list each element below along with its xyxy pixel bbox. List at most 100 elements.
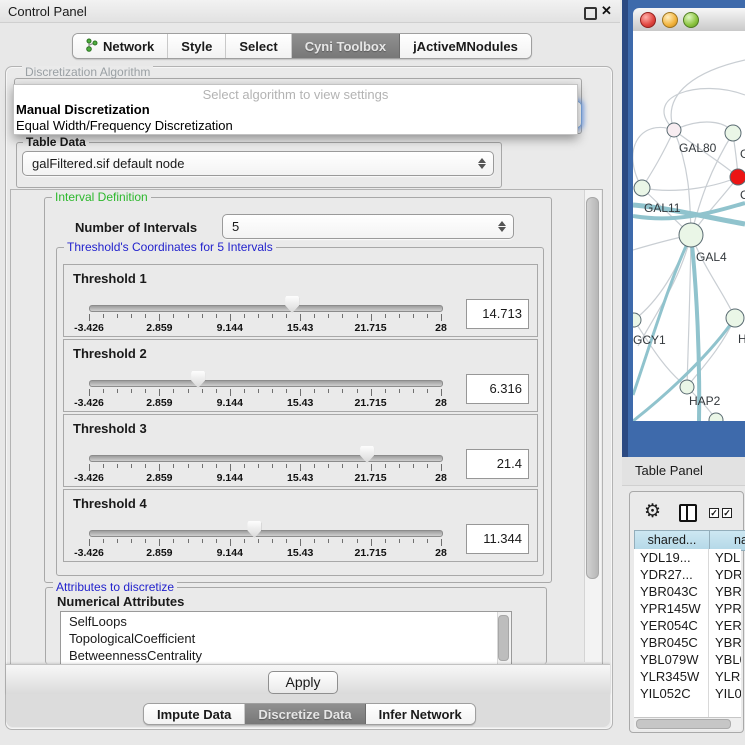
network-node-label: C xyxy=(740,188,745,202)
network-node[interactable] xyxy=(709,413,723,421)
horizontal-scrollbar-thumb[interactable] xyxy=(636,719,731,729)
num-intervals-combobox[interactable]: 5 xyxy=(222,214,514,239)
tab-impute-data[interactable]: Impute Data xyxy=(144,704,245,724)
threshold-value-field[interactable]: 6.316 xyxy=(466,374,529,404)
mac-close-button[interactable] xyxy=(640,12,656,28)
network-node[interactable] xyxy=(725,125,741,141)
table-row[interactable]: YBR045C YBR0 xyxy=(634,634,741,651)
minor-tick xyxy=(188,464,189,468)
tick-label: 28 xyxy=(409,547,473,559)
close-icon[interactable]: ✕ xyxy=(601,3,612,19)
tab-jactivemnodules[interactable]: jActiveMNodules xyxy=(400,34,531,58)
threshold-label: Threshold 1 xyxy=(73,271,147,286)
threshold-slider-track[interactable] xyxy=(89,530,443,537)
checkbox-icon[interactable]: ✓ xyxy=(709,508,719,518)
checkbox-icon[interactable]: ✓ xyxy=(722,508,732,518)
tick-label: 15.43 xyxy=(268,547,332,559)
cell-name: YBL0 xyxy=(715,651,741,668)
table-row[interactable]: YBL079WYBL0 xyxy=(634,651,741,668)
tab-network[interactable]: Network xyxy=(73,34,168,58)
minor-tick xyxy=(117,539,118,543)
network-node[interactable] xyxy=(634,180,650,196)
node-table[interactable]: YDL19...YDL1YDR27...YDR2YBR043CYBR0YPR14… xyxy=(634,549,741,717)
tab-label: Select xyxy=(239,39,277,54)
tick-label: 28 xyxy=(409,322,473,334)
major-tick xyxy=(300,314,301,321)
tick-label: 28 xyxy=(409,472,473,484)
network-node[interactable] xyxy=(667,123,681,137)
minor-tick xyxy=(385,539,386,543)
table-row[interactable]: YER054CYER0 xyxy=(634,617,741,634)
major-tick xyxy=(159,464,160,471)
network-node[interactable] xyxy=(680,380,694,394)
minor-tick xyxy=(328,389,329,393)
float-window-icon[interactable] xyxy=(584,7,597,20)
table-row[interactable]: YBR043CYBR0 xyxy=(634,583,741,600)
network-icon xyxy=(86,38,98,55)
network-graph: GAL80GCGAL11GAL4HGCY1HAP2 xyxy=(633,31,745,421)
cell-shared-name: YLR345W xyxy=(640,668,699,685)
tick-label: 15.43 xyxy=(268,397,332,409)
tab-infer-network[interactable]: Infer Network xyxy=(366,704,475,724)
cell-name: YBR0 xyxy=(715,634,741,651)
threshold-value-field[interactable]: 21.4 xyxy=(466,449,529,479)
tab-discretize-data[interactable]: Discretize Data xyxy=(245,704,365,724)
minor-tick xyxy=(145,464,146,468)
attribute-list-item[interactable]: BetweennessCentrality xyxy=(69,648,202,663)
threshold-slider-track[interactable] xyxy=(89,380,443,387)
dropdown-item-equal-width[interactable]: Equal Width/Frequency Discretization xyxy=(16,118,233,133)
minor-tick xyxy=(244,539,245,543)
network-node-label: GAL80 xyxy=(679,141,717,155)
table-row[interactable]: YPR145WYPR1 xyxy=(634,600,741,617)
algorithm-dropdown-popup: Select algorithm to view settings Manual… xyxy=(13,84,578,135)
threshold-value-field[interactable]: 14.713 xyxy=(466,299,529,329)
table-data-combobox[interactable]: galFiltered.sif default node xyxy=(22,151,494,176)
apply-button[interactable]: Apply xyxy=(268,671,338,694)
table-row[interactable]: YDL19...YDL1 xyxy=(634,549,741,566)
tick-label: 21.715 xyxy=(339,322,403,334)
table-row[interactable]: YIL052CYIL0 xyxy=(634,685,741,702)
column-header-name[interactable]: na xyxy=(709,530,745,551)
vertical-scrollbar-thumb[interactable] xyxy=(586,197,599,579)
table-row[interactable]: YLR345WYLR3 xyxy=(634,668,741,685)
minor-tick xyxy=(328,314,329,318)
column-layout-icon[interactable] xyxy=(679,504,697,522)
tab-label: Network xyxy=(103,39,154,54)
tab-style[interactable]: Style xyxy=(168,34,226,58)
cell-shared-name: YBR045C xyxy=(640,634,698,651)
attribute-list-item[interactable]: SelfLoops xyxy=(69,614,127,629)
gear-icon[interactable]: ⚙ xyxy=(644,500,661,523)
table-panel-title: Table Panel xyxy=(635,463,703,478)
table-row[interactable]: YDR27...YDR2 xyxy=(634,566,741,583)
list-scrollbar-thumb[interactable] xyxy=(498,615,509,661)
tab-cyni-toolbox[interactable]: Cyni Toolbox xyxy=(292,34,400,58)
mac-zoom-button[interactable] xyxy=(683,12,699,28)
minor-tick xyxy=(145,539,146,543)
tick-label: 21.715 xyxy=(339,472,403,484)
threshold-slider-track[interactable] xyxy=(89,455,443,462)
minor-tick xyxy=(216,539,217,543)
minor-tick xyxy=(357,539,358,543)
network-edge-thick xyxy=(633,235,691,395)
network-node[interactable] xyxy=(726,309,744,327)
threshold-slider-track[interactable] xyxy=(89,305,443,312)
column-header-shared[interactable]: shared... xyxy=(634,530,710,551)
numerical-attributes-list[interactable]: SelfLoops TopologicalCoefficient Betweenne… xyxy=(60,611,512,665)
mac-minimize-button[interactable] xyxy=(662,12,678,28)
minor-tick xyxy=(314,539,315,543)
tab-select[interactable]: Select xyxy=(226,34,291,58)
network-canvas[interactable]: GAL80GCGAL11GAL4HGCY1HAP2 xyxy=(633,31,745,421)
attribute-list-item[interactable]: TopologicalCoefficient xyxy=(69,631,195,646)
threshold-value-field[interactable]: 11.344 xyxy=(466,524,529,554)
network-node-label: GAL4 xyxy=(696,250,727,264)
cell-shared-name: YBR043C xyxy=(640,583,698,600)
major-tick xyxy=(371,314,372,321)
minor-tick xyxy=(216,389,217,393)
network-node[interactable] xyxy=(679,223,703,247)
minor-tick xyxy=(427,464,428,468)
network-node[interactable] xyxy=(730,169,745,185)
dropdown-item-manual-discretization[interactable]: Manual Discretization xyxy=(16,102,150,117)
minor-tick xyxy=(244,389,245,393)
top-tab-bar: Network Style Select Cyni ToolboxjActiveMNo… xyxy=(72,33,532,59)
tick-label: 2.859 xyxy=(127,472,191,484)
